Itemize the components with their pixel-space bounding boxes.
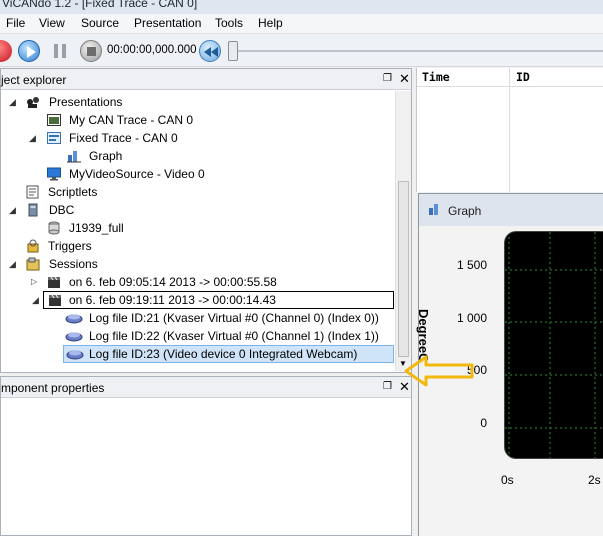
pause-icon: [54, 44, 66, 58]
x-tick-label: 2s: [588, 473, 601, 487]
menu-tools[interactable]: Tools: [215, 16, 243, 30]
stop-button[interactable]: [80, 40, 102, 62]
database-file-icon: [48, 221, 60, 235]
x-tick-label: 0s: [501, 473, 514, 487]
column-header-id[interactable]: ID: [516, 68, 530, 87]
script-icon: [26, 185, 39, 199]
rewind-button[interactable]: [199, 40, 221, 62]
trace-window-icon: [47, 132, 61, 144]
graph-icon: [429, 204, 438, 215]
clapperboard-icon: [49, 294, 61, 306]
plot-area[interactable]: [504, 231, 603, 459]
graph-icon: [67, 151, 81, 163]
pause-button[interactable]: [50, 40, 70, 62]
rewind-icon: [204, 47, 218, 57]
presentations-icon: [27, 97, 39, 108]
log-file-icon: [66, 350, 84, 360]
project-explorer-title: ject explorer: [1, 73, 67, 87]
database-icon: [28, 203, 38, 217]
y-tick-label: 1 000: [456, 311, 487, 325]
timeline-track[interactable]: [234, 50, 603, 52]
float-pane-icon[interactable]: ❐: [383, 73, 394, 84]
log-file-icon: [65, 332, 83, 342]
plot-grid: [505, 232, 603, 458]
monitor-icon: [47, 167, 61, 181]
collapsed-arrow-icon[interactable]: ▷: [31, 273, 37, 291]
trigger-icon: [27, 239, 39, 253]
expanded-arrow-icon[interactable]: ◢: [9, 93, 16, 111]
expanded-arrow-icon[interactable]: ◢: [29, 129, 36, 147]
close-pane-icon[interactable]: ✕: [399, 71, 410, 87]
clapperboard-icon: [48, 276, 60, 288]
expanded-arrow-icon[interactable]: ◢: [9, 255, 16, 273]
tree-item-session-2[interactable]: ◢ on 6. feb 09:19:11 2013 -> 00:00:14.43: [32, 291, 394, 309]
sessions-icon: [26, 257, 40, 271]
menu-source[interactable]: Source: [81, 16, 119, 30]
log-file-icon: [65, 314, 83, 324]
scrollbar-thumb[interactable]: [398, 181, 409, 357]
play-icon: [27, 46, 36, 58]
play-button[interactable]: [18, 40, 40, 62]
menu-help[interactable]: Help: [258, 16, 283, 30]
timecode-display: 00:00:00,000.000: [107, 44, 197, 56]
component-properties-title: mponent properties: [1, 381, 105, 395]
y-tick-label: 1 500: [456, 258, 487, 272]
component-properties-pane: mponent properties ❐ ✕: [0, 376, 412, 536]
menu-file[interactable]: File: [6, 16, 25, 30]
expanded-arrow-icon[interactable]: ◢: [32, 291, 39, 309]
expanded-arrow-icon[interactable]: ◢: [9, 201, 16, 219]
menu-presentation[interactable]: Presentation: [134, 16, 201, 30]
trace-window-icon: [47, 114, 61, 126]
tree-item-log-23[interactable]: Log file ID:23 (Video device 0 Integrate…: [63, 345, 394, 363]
toolbar: 00:00:00,000.000: [0, 35, 603, 67]
record-button[interactable]: [0, 40, 12, 62]
project-explorer-header: ject explorer ❐ ✕: [1, 69, 411, 90]
float-pane-icon[interactable]: ❐: [383, 381, 394, 392]
timeline-slider-thumb[interactable]: [228, 41, 238, 61]
column-header-time[interactable]: Time: [422, 68, 450, 87]
annotation-arrow-icon: [404, 355, 474, 387]
graph-title-bar[interactable]: Graph: [419, 194, 603, 226]
menu-view[interactable]: View: [39, 16, 65, 30]
title-bar: ViCANdo 1.2 - [Fixed Trace - CAN 0]: [0, 0, 603, 14]
menu-bar: File View Source Presentation Tools Help: [0, 14, 603, 34]
project-explorer-scrollbar[interactable]: ▼: [395, 91, 411, 371]
y-tick-label: 0: [480, 416, 487, 430]
stop-icon: [87, 47, 96, 56]
graph-window-title: Graph: [448, 204, 482, 218]
trace-table: Time ID: [416, 68, 603, 192]
column-divider: [509, 68, 510, 192]
window-title: ViCANdo 1.2 - [Fixed Trace - CAN 0]: [2, 0, 198, 10]
project-explorer-pane: ject explorer ❐ ✕ ◢ Presentations My CAN…: [0, 68, 412, 373]
component-properties-header: mponent properties ❐ ✕: [1, 377, 411, 398]
